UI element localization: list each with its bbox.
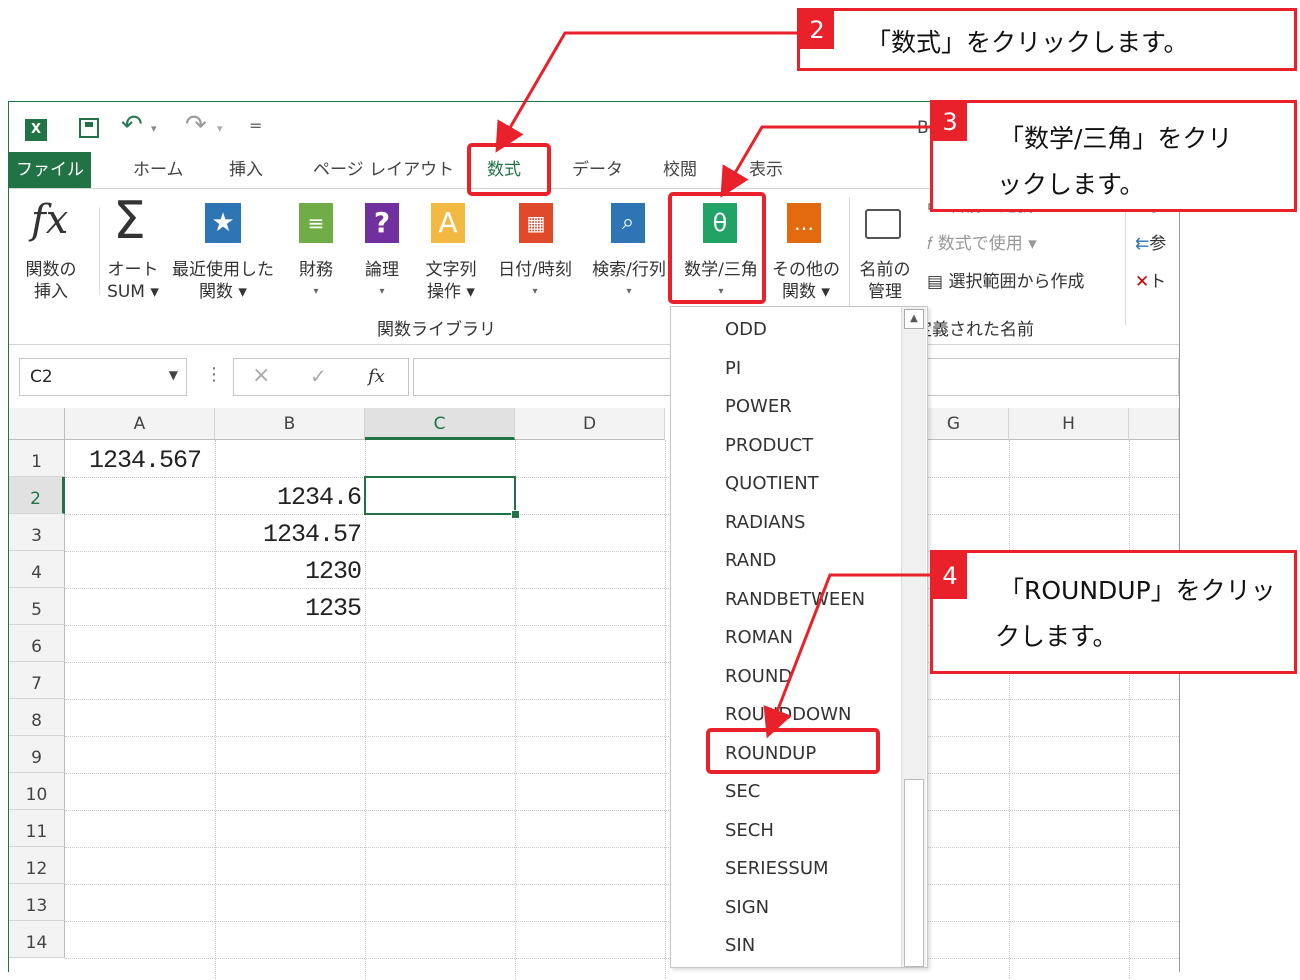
callout-arrow-3 xyxy=(720,125,932,198)
callout-text-line-2: クします。 xyxy=(995,622,1118,651)
step-number: 3 xyxy=(933,103,967,141)
step-number: 2 xyxy=(800,11,834,49)
step-number: 4 xyxy=(933,553,967,599)
callout-text-line-2: ックします。 xyxy=(997,170,1145,199)
callout-step-2: 2 「数式」をクリックします。 xyxy=(797,8,1297,71)
callout-text: 「数式」をクリックします。 xyxy=(866,28,1189,57)
callout-arrow-4 xyxy=(763,573,930,739)
callout-arrow-2 xyxy=(495,31,797,153)
callout-step-3: 3 「数学/三角」をクリ ックします。 xyxy=(930,100,1297,212)
callout-text-line-1: 「数学/三角」をクリ xyxy=(999,124,1233,153)
callout-step-4: 4 「ROUNDUP」をクリッ クします。 xyxy=(930,550,1297,674)
callout-text-line-1: 「ROUNDUP」をクリッ xyxy=(999,576,1276,605)
